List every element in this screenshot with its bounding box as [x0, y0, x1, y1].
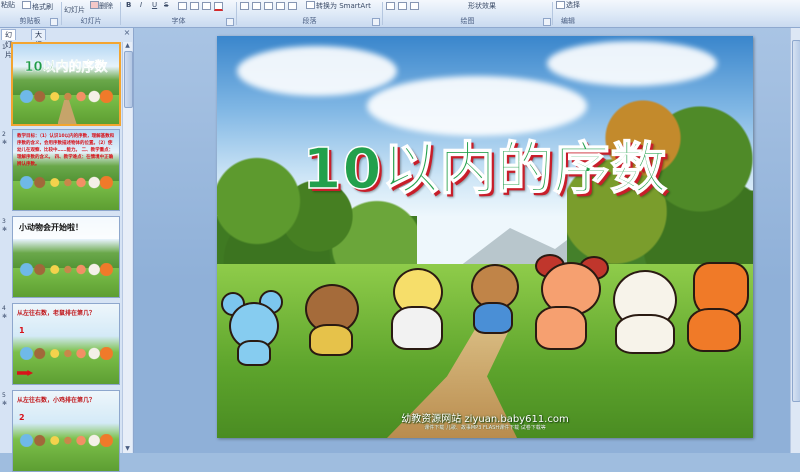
tab-outline[interactable]: 大纲 [31, 29, 46, 49]
slide-thumbnail-4[interactable]: 从左往右数，老鼠排在第几？ 1 [12, 303, 120, 385]
slide-thumbnail-3[interactable]: 小动物会开始啦！ [12, 216, 120, 298]
group-label-paragraph: 段落 [302, 17, 317, 25]
convert-smartart-button[interactable]: 转换为 SmartArt [316, 1, 371, 11]
font-launcher-icon[interactable] [226, 18, 234, 26]
drawing-launcher-icon[interactable] [543, 18, 551, 26]
align-left-icon[interactable] [240, 2, 249, 10]
monkey-body [473, 302, 513, 334]
animation-icon: ✱ [2, 400, 8, 407]
animation-icon: ✱ [2, 313, 8, 320]
underline-button[interactable]: U [152, 1, 157, 9]
fox-body [687, 308, 741, 352]
thumb-question: 从左往右数，老鼠排在第几？ [17, 310, 96, 317]
slide-thumbnail-1[interactable]: 10以内的序数 [11, 42, 121, 126]
slide-title[interactable]: 10以内的序数 [217, 124, 753, 205]
format-painter-icon [22, 1, 31, 9]
current-slide[interactable]: 10以内的序数 幼教资源网站 ziyuan.baby611.com 课件下载 儿… [217, 36, 753, 438]
tab-slides[interactable]: 幻灯片 [1, 29, 16, 59]
group-label-drawing: 绘图 [460, 17, 475, 25]
horse-body [309, 324, 353, 356]
group-label-font: 字体 [171, 17, 186, 25]
format-painter-button[interactable]: 格式刷 [32, 2, 53, 12]
thumb-question: 从左往右数，小鸡排在第几？ [17, 397, 96, 404]
red-arrow-icon [17, 370, 33, 376]
change-case-icon[interactable] [202, 2, 211, 10]
thumb-title: 10以内的序数 [24, 60, 108, 75]
justify-icon[interactable] [276, 2, 285, 10]
slide-thumbnail-2[interactable]: 教学目标：（1）认识10以内的序数，理解基数和序数的含义，会用序数描述物体的位置… [12, 129, 120, 211]
cloud [237, 46, 397, 96]
ribbon: 粘贴 格式刷 幻灯片 删除 B I U S 转换为 SmartArt 形状效果 … [0, 0, 800, 28]
scroll-down-icon[interactable]: ▼ [123, 445, 132, 453]
scroll-up-icon[interactable]: ▲ [123, 42, 132, 50]
quick-styles-icon[interactable] [410, 2, 419, 10]
shapes-gallery-icon[interactable] [386, 2, 395, 10]
watermark-subtitle: 课件下载 儿歌、故事MP3 FLASH课件下载 试卷下载等 [424, 425, 546, 431]
shape-effects-button[interactable]: 形状效果 [468, 1, 496, 11]
clipboard-launcher-icon[interactable] [50, 18, 58, 26]
paste-button[interactable]: 粘贴 [1, 0, 15, 10]
delete-icon [90, 1, 99, 9]
slide-number: 1 [2, 44, 6, 51]
animation-icon: ✱ [2, 226, 8, 233]
italic-button[interactable]: I [140, 1, 142, 9]
rooster-body [391, 306, 443, 350]
slide-number: 2 [2, 131, 6, 138]
thumb-text: 教学目标：（1）认识10以内的序数，理解基数和序数的含义，会用序数描述物体的位置… [17, 134, 115, 167]
thumb-animals [19, 90, 113, 104]
slide-number: 4 [2, 305, 6, 312]
delete-slide-button[interactable]: 删除 [99, 1, 113, 11]
slides-panel: 幻灯片 大纲 × 1 10以内的序数 2 ✱ 教学目标：（1）认识10以内的序数… [0, 28, 134, 472]
editor-vertical-scrollbar[interactable] [790, 28, 800, 453]
group-label-editing: 编辑 [561, 17, 575, 25]
thumb-animals [19, 176, 113, 190]
select-button[interactable]: 选择 [566, 0, 580, 10]
text-shadow-icon[interactable] [178, 2, 187, 10]
align-center-icon[interactable] [252, 2, 261, 10]
font-color-icon[interactable] [214, 2, 223, 11]
scrollbar-thumb[interactable] [792, 40, 800, 402]
dog-body [535, 306, 587, 350]
paragraph-launcher-icon[interactable] [372, 18, 380, 26]
thumb-animals [19, 263, 113, 277]
slide-number: 3 [2, 218, 6, 225]
thumbnail-scrollbar[interactable]: ▲ ▼ [122, 42, 133, 453]
group-label-slides: 幻灯片 [80, 17, 102, 25]
select-icon [556, 1, 565, 9]
animation-icon: ✱ [2, 139, 8, 146]
watermark: 幼教资源网站 ziyuan.baby611.com [401, 414, 569, 425]
strikethrough-button[interactable]: S [164, 1, 168, 9]
scrollbar-thumb[interactable] [124, 51, 133, 108]
new-slide-button[interactable]: 幻灯片 [64, 5, 85, 15]
cloud [547, 41, 717, 86]
bold-button[interactable]: B [126, 1, 131, 9]
smartart-icon [306, 1, 315, 9]
thumb-caption: 小动物会开始啦！ [13, 217, 119, 239]
columns-icon[interactable] [288, 2, 297, 10]
thumb-animals [19, 434, 113, 447]
thumb-answer-number: 2 [19, 413, 25, 422]
char-spacing-icon[interactable] [190, 2, 199, 10]
sheep-body [615, 314, 675, 354]
slide-thumbnail-5[interactable]: 从左往右数，小鸡排在第几？ 2 [12, 390, 120, 472]
mouse-body [237, 340, 271, 366]
close-panel-icon[interactable]: × [123, 29, 131, 37]
slide-number: 5 [2, 392, 6, 399]
arrange-icon[interactable] [398, 2, 407, 10]
thumb-animals [19, 347, 113, 360]
thumb-answer-number: 1 [19, 326, 25, 335]
align-right-icon[interactable] [264, 2, 273, 10]
